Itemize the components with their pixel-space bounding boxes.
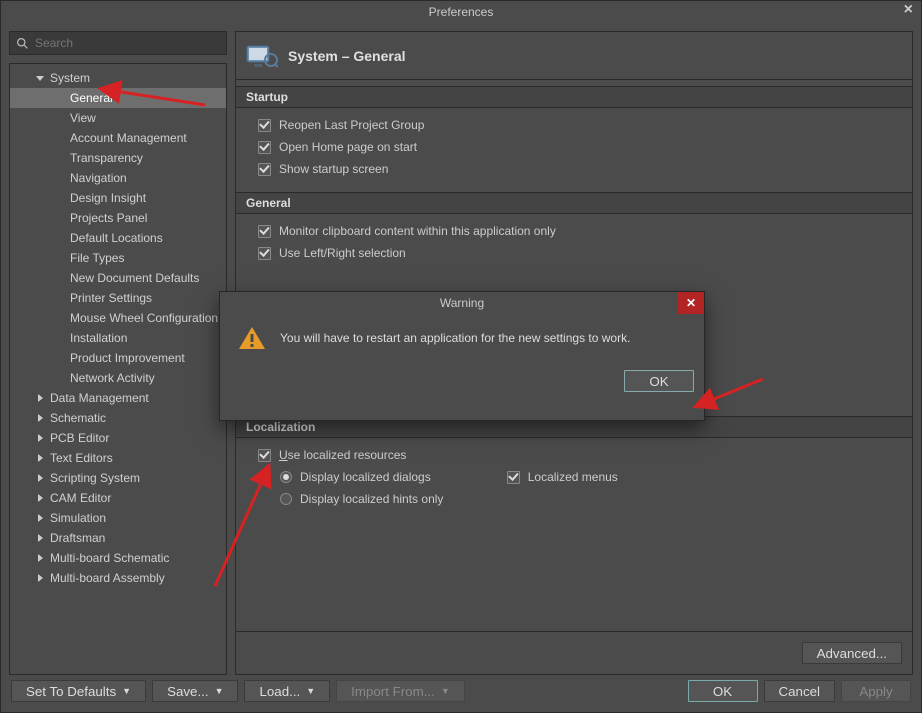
checkbox-use-localized-resources[interactable]: Use localized resources <box>258 448 890 462</box>
checkbox-icon <box>258 225 271 238</box>
dialog-footer-row: OK <box>220 362 704 402</box>
checkbox-monitor-clipboard[interactable]: Monitor clipboard content within this ap… <box>258 224 890 238</box>
warning-icon <box>238 326 266 350</box>
chevron-down-icon: ▼ <box>441 686 450 696</box>
radio-icon <box>280 493 292 505</box>
tree-node-multi-board-schematic[interactable]: Multi-board Schematic <box>10 548 226 568</box>
tree-node-draftsman[interactable]: Draftsman <box>10 528 226 548</box>
checkbox-icon <box>258 119 271 132</box>
window-title: Preferences <box>429 5 494 19</box>
apply-button[interactable]: Apply <box>841 680 911 702</box>
dialog-message: You will have to restart an application … <box>280 331 630 345</box>
tree-node-default-locations[interactable]: Default Locations <box>10 228 226 248</box>
radio-display-localized-dialogs[interactable]: Display localized dialogs <box>280 470 431 484</box>
section-startup-body: Reopen Last Project Group Open Home page… <box>236 108 912 186</box>
load-button[interactable]: Load...▼ <box>244 680 330 702</box>
titlebar: Preferences × <box>1 1 921 23</box>
advanced-button[interactable]: Advanced... <box>802 642 902 664</box>
search-input[interactable] <box>35 36 220 50</box>
tree-node-system[interactable]: System <box>10 68 226 88</box>
page-header: System – General <box>236 32 912 80</box>
tree-node-text-editors[interactable]: Text Editors <box>10 448 226 468</box>
tree-node-new-document-defaults[interactable]: New Document Defaults <box>10 268 226 288</box>
preferences-window: Preferences × System General View Accoun… <box>0 0 922 713</box>
tree-node-printer-settings[interactable]: Printer Settings <box>10 288 226 308</box>
tree-node-projects-panel[interactable]: Projects Panel <box>10 208 226 228</box>
dialog-title: Warning <box>440 296 484 310</box>
section-general-body: Monitor clipboard content within this ap… <box>236 214 912 270</box>
dialog-close-button[interactable]: ✕ <box>678 292 704 314</box>
chevron-right-icon <box>34 414 46 422</box>
chevron-right-icon <box>34 574 46 582</box>
checkbox-show-startup-screen[interactable]: Show startup screen <box>258 162 890 176</box>
chevron-right-icon <box>34 394 46 402</box>
ok-button[interactable]: OK <box>688 680 758 702</box>
dialog-titlebar: Warning ✕ <box>220 292 704 314</box>
tree-node-general[interactable]: General <box>10 88 226 108</box>
cancel-button[interactable]: Cancel <box>764 680 836 702</box>
tree-node-navigation[interactable]: Navigation <box>10 168 226 188</box>
import-from-button[interactable]: Import From...▼ <box>336 680 465 702</box>
tree-node-view[interactable]: View <box>10 108 226 128</box>
tree-label: System <box>46 71 90 85</box>
chevron-right-icon <box>34 474 46 482</box>
chevron-right-icon <box>34 534 46 542</box>
preferences-tree[interactable]: System General View Account Management T… <box>9 63 227 675</box>
warning-dialog: Warning ✕ You will have to restart an ap… <box>219 291 705 421</box>
section-startup-header: Startup <box>236 86 912 108</box>
tree-node-data-management[interactable]: Data Management <box>10 388 226 408</box>
tree-node-scripting-system[interactable]: Scripting System <box>10 468 226 488</box>
tree-node-network-activity[interactable]: Network Activity <box>10 368 226 388</box>
tree-node-account-management[interactable]: Account Management <box>10 128 226 148</box>
save-button[interactable]: Save...▼ <box>152 680 238 702</box>
tree-node-schematic[interactable]: Schematic <box>10 408 226 428</box>
chevron-down-icon <box>34 74 46 82</box>
radio-icon <box>280 471 292 483</box>
tree-node-installation[interactable]: Installation <box>10 328 226 348</box>
section-general-header: General <box>236 192 912 214</box>
chevron-right-icon <box>34 554 46 562</box>
tree-node-pcb-editor[interactable]: PCB Editor <box>10 428 226 448</box>
dialog-ok-button[interactable]: OK <box>624 370 694 392</box>
checkbox-use-left-right-selection[interactable]: Use Left/Right selection <box>258 246 890 260</box>
set-to-defaults-button[interactable]: Set To Defaults▼ <box>11 680 146 702</box>
tree-node-multi-board-assembly[interactable]: Multi-board Assembly <box>10 568 226 588</box>
checkbox-icon <box>507 471 520 484</box>
checkbox-icon <box>258 449 271 462</box>
tree-node-mouse-wheel-configuration[interactable]: Mouse Wheel Configuration <box>10 308 226 328</box>
tree-node-transparency[interactable]: Transparency <box>10 148 226 168</box>
chevron-down-icon: ▼ <box>215 686 224 696</box>
tree-node-file-types[interactable]: File Types <box>10 248 226 268</box>
dialog-body: You will have to restart an application … <box>220 314 704 362</box>
page-title: System – General <box>288 48 406 64</box>
chevron-right-icon <box>34 454 46 462</box>
checkbox-icon <box>258 247 271 260</box>
radio-display-localized-hints-only[interactable]: Display localized hints only <box>280 492 443 506</box>
tree-node-product-improvement[interactable]: Product Improvement <box>10 348 226 368</box>
tree-node-simulation[interactable]: Simulation <box>10 508 226 528</box>
dialog-footer: Set To Defaults▼ Save...▼ Load...▼ Impor… <box>1 675 921 707</box>
checkbox-reopen-last-project-group[interactable]: Reopen Last Project Group <box>258 118 890 132</box>
chevron-down-icon: ▼ <box>306 686 315 696</box>
tree-node-design-insight[interactable]: Design Insight <box>10 188 226 208</box>
chevron-right-icon <box>34 494 46 502</box>
checkbox-open-home-page[interactable]: Open Home page on start <box>258 140 890 154</box>
chevron-right-icon <box>34 514 46 522</box>
sidebar: System General View Account Management T… <box>9 31 227 675</box>
chevron-right-icon <box>34 434 46 442</box>
chevron-down-icon: ▼ <box>122 686 131 696</box>
advanced-row: Advanced... <box>236 631 912 674</box>
checkbox-icon <box>258 163 271 176</box>
system-general-icon <box>246 42 278 70</box>
tree-node-cam-editor[interactable]: CAM Editor <box>10 488 226 508</box>
checkbox-icon <box>258 141 271 154</box>
window-close-button[interactable]: × <box>904 1 913 19</box>
checkbox-localized-menus[interactable]: Localized menus <box>507 470 618 484</box>
section-localization-body: Use localized resources Display localize… <box>236 438 912 516</box>
search-icon <box>16 37 29 50</box>
search-field[interactable] <box>9 31 227 55</box>
